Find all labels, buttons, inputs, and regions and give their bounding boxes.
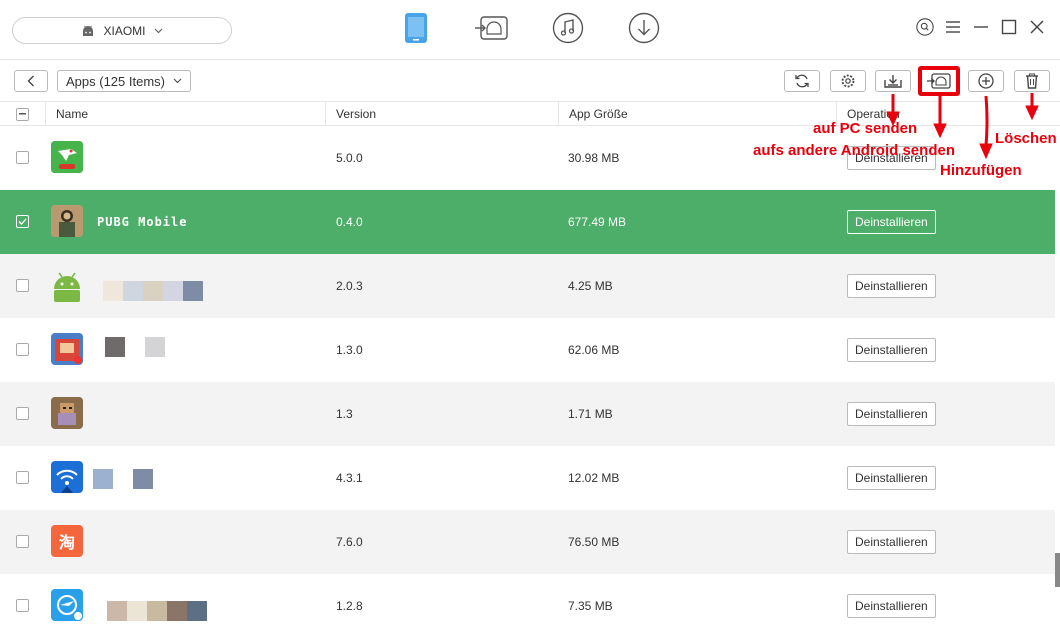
app-version: 1.3	[336, 407, 353, 421]
settings-button[interactable]	[830, 70, 866, 92]
row-checkbox[interactable]	[16, 535, 29, 548]
menu-icon[interactable]	[944, 18, 962, 36]
app-icon	[51, 205, 83, 237]
app-version: 1.3.0	[336, 343, 363, 357]
close-icon[interactable]	[1028, 18, 1046, 36]
table-row[interactable]: 淘 7.6.0 76.50 MB Deinstallieren	[0, 510, 1055, 574]
app-version: 2.0.3	[336, 279, 363, 293]
android-icon	[81, 25, 95, 37]
minimize-icon[interactable]	[972, 18, 990, 36]
uninstall-button[interactable]: Deinstallieren	[847, 402, 936, 426]
app-name: PUBG Mobile	[97, 215, 188, 229]
app-icon	[51, 397, 83, 429]
export-to-pc-icon	[884, 75, 902, 88]
annotation-add: Hinzufügen	[940, 162, 1022, 179]
category-label: Apps (125 Items)	[66, 73, 165, 89]
settings-icon	[841, 74, 855, 88]
column-version[interactable]: Version	[325, 102, 558, 126]
android-app-icon	[51, 269, 83, 302]
device-name: XIAOMI	[103, 23, 146, 38]
music-icon[interactable]	[550, 10, 586, 46]
row-checkbox[interactable]	[16, 407, 29, 420]
table-row[interactable]: PUBG Mobile 0.4.0 677.49 MB Deinstallier…	[0, 190, 1055, 254]
refresh-button[interactable]	[784, 70, 820, 92]
uninstall-button[interactable]: Deinstallieren	[847, 530, 936, 554]
column-name[interactable]: Name	[45, 102, 325, 126]
chevron-down-icon	[154, 28, 163, 34]
table-row[interactable]: 4.3.1 12.02 MB Deinstallieren	[0, 446, 1055, 510]
row-checkbox[interactable]	[16, 471, 29, 484]
app-version: 4.3.1	[336, 471, 363, 485]
toolbar: Apps (125 Items)	[0, 60, 1060, 102]
table-row[interactable]: 1.2.8 7.35 MB Deinstallieren	[0, 574, 1055, 638]
download-icon[interactable]	[626, 10, 662, 46]
back-button[interactable]	[14, 70, 48, 92]
select-all-checkbox[interactable]	[16, 107, 29, 121]
row-checkbox[interactable]	[16, 343, 29, 356]
android-transfer-icon[interactable]	[474, 10, 510, 46]
refresh-icon	[795, 74, 809, 88]
uninstall-button[interactable]: Deinstallieren	[847, 466, 936, 490]
annotation-delete: Löschen	[995, 130, 1057, 147]
uninstall-button[interactable]: Deinstallieren	[847, 338, 936, 362]
maximize-icon[interactable]	[1000, 18, 1018, 36]
app-size: 677.49 MB	[568, 215, 627, 229]
export-to-pc-button[interactable]	[875, 70, 911, 92]
blurred-app-name	[93, 469, 153, 489]
app-version: 5.0.0	[336, 151, 363, 165]
wifi-app-icon	[51, 461, 83, 493]
delete-icon	[1026, 73, 1038, 89]
top-bar: XIAOMI	[0, 0, 1060, 60]
uninstall-button[interactable]: Deinstallieren	[847, 274, 936, 298]
chevron-left-icon	[27, 75, 34, 87]
uninstall-button[interactable]: Deinstallieren	[847, 210, 936, 234]
blurred-app-name	[103, 281, 203, 301]
app-version: 7.6.0	[336, 535, 363, 549]
app-size: 7.35 MB	[568, 599, 613, 613]
app-version: 1.2.8	[336, 599, 363, 613]
table-row[interactable]: 2.0.3 4.25 MB Deinstallieren	[0, 254, 1055, 318]
plane-app-icon	[51, 589, 83, 621]
add-button[interactable]	[968, 70, 1004, 92]
scrollbar[interactable]	[1055, 553, 1060, 587]
annotation-send-to-android: aufs andere Android senden	[753, 142, 955, 159]
app-icon	[51, 141, 83, 173]
table-row[interactable]: 1.3 1.71 MB Deinstallieren	[0, 382, 1055, 446]
row-checkbox-checked[interactable]	[16, 215, 29, 228]
table-row[interactable]: 1.3.0 62.06 MB Deinstallieren	[0, 318, 1055, 382]
delete-button[interactable]	[1014, 70, 1050, 92]
app-size: 1.71 MB	[568, 407, 613, 421]
app-version: 0.4.0	[336, 215, 363, 229]
taobao-app-icon: 淘	[51, 525, 83, 557]
select-all-cell	[6, 102, 46, 126]
app-list: 5.0.0 30.98 MB Deinstallieren PUBG Mobil…	[0, 126, 1055, 638]
send-to-android-button[interactable]	[918, 66, 960, 96]
app-size: 4.25 MB	[568, 279, 613, 293]
annotation-send-to-pc: auf PC senden	[813, 120, 918, 137]
column-size[interactable]: App Größe	[558, 102, 836, 126]
app-size: 30.98 MB	[568, 151, 620, 165]
row-checkbox[interactable]	[16, 279, 29, 292]
checkmark-icon	[18, 218, 27, 225]
row-checkbox[interactable]	[16, 151, 29, 164]
add-icon	[978, 73, 994, 89]
app-size: 62.06 MB	[568, 343, 620, 357]
device-selector[interactable]: XIAOMI	[12, 17, 232, 44]
app-size: 76.50 MB	[568, 535, 620, 549]
category-dropdown[interactable]: Apps (125 Items)	[57, 70, 191, 92]
send-to-android-icon	[927, 73, 951, 89]
app-size: 12.02 MB	[568, 471, 620, 485]
row-checkbox[interactable]	[16, 599, 29, 612]
search-icon[interactable]	[916, 18, 934, 36]
blurred-app-name	[105, 337, 165, 357]
chevron-down-icon	[173, 78, 182, 84]
phone-icon[interactable]	[398, 10, 434, 46]
blurred-app-name	[107, 601, 207, 621]
app-icon	[51, 333, 83, 365]
uninstall-button[interactable]: Deinstallieren	[847, 594, 936, 618]
